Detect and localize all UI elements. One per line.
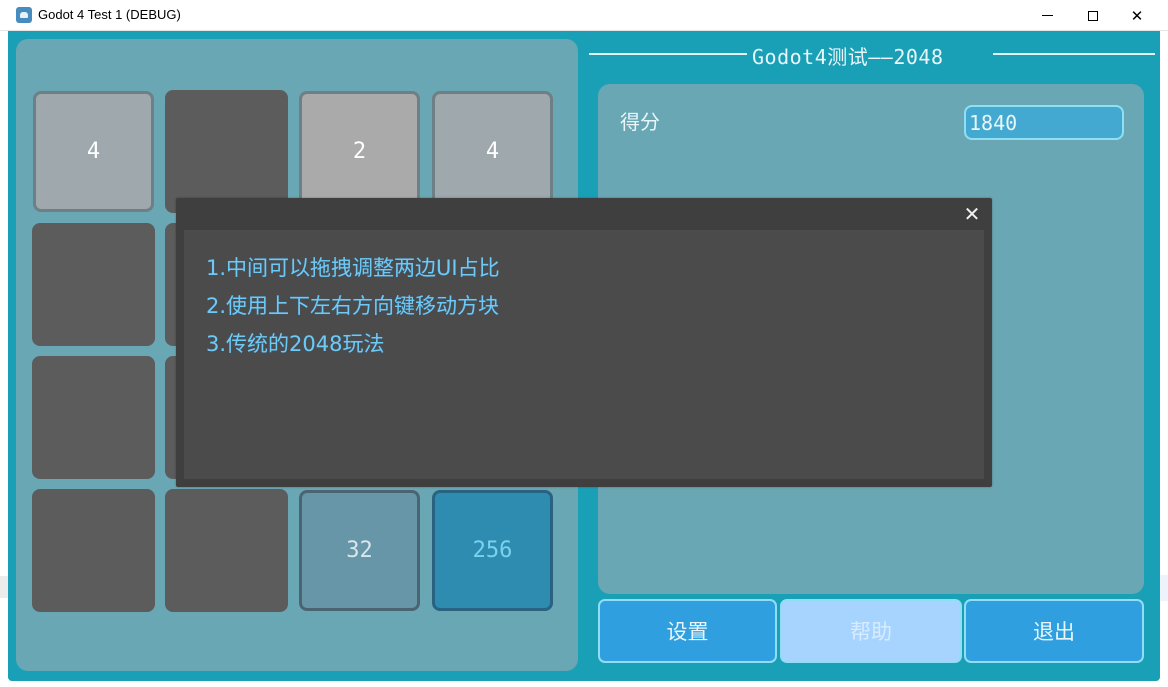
tile-r1c4: 4 [432,91,553,212]
score-value-field: 1840 [964,105,1124,140]
help-button[interactable]: 帮助 [780,599,962,663]
maximize-icon [1088,10,1098,21]
tile-r4c2 [165,489,288,612]
help-line-1: 1.中间可以拖拽调整两边UI占比 [206,256,500,280]
tile-r1c3: 2 [299,91,420,212]
help-dialog-body: 1.中间可以拖拽调整两边UI占比 2.使用上下左右方向键移动方块 3.传统的20… [184,230,984,479]
settings-button[interactable]: 设置 [598,599,777,663]
help-line-2: 2.使用上下左右方向键移动方块 [206,294,500,318]
tile-r4c3: 32 [299,490,420,611]
header-title: Godot4测试——2048 [752,45,944,69]
window-title: Godot 4 Test 1 (DEBUG) [38,7,181,22]
window-titlebar: Godot 4 Test 1 (DEBUG) ✕ [0,0,1168,31]
minimize-button[interactable] [1024,0,1070,31]
minimize-icon [1041,15,1053,16]
close-window-button[interactable]: ✕ [1114,0,1160,31]
tile-r1c2 [165,90,288,213]
tile-r1c1: 4 [33,91,154,212]
maximize-button[interactable] [1070,0,1116,31]
desktop-edge-right [1160,575,1168,601]
help-dialog: ✕ 1.中间可以拖拽调整两边UI占比 2.使用上下左右方向键移动方块 3.传统的… [176,198,992,487]
tile-r2c1 [32,223,155,346]
score-label: 得分 [620,110,660,134]
close-icon[interactable]: ✕ [962,203,982,225]
desktop-edge-left [0,576,8,598]
tile-r4c1 [32,489,155,612]
header-line-left [589,53,747,55]
quit-button[interactable]: 退出 [964,599,1144,663]
header-line-right [993,53,1155,55]
help-line-3: 3.传统的2048玩法 [206,332,385,356]
tile-r3c1 [32,356,155,479]
godot-app-icon [16,7,32,23]
tile-r4c4: 256 [432,490,553,611]
